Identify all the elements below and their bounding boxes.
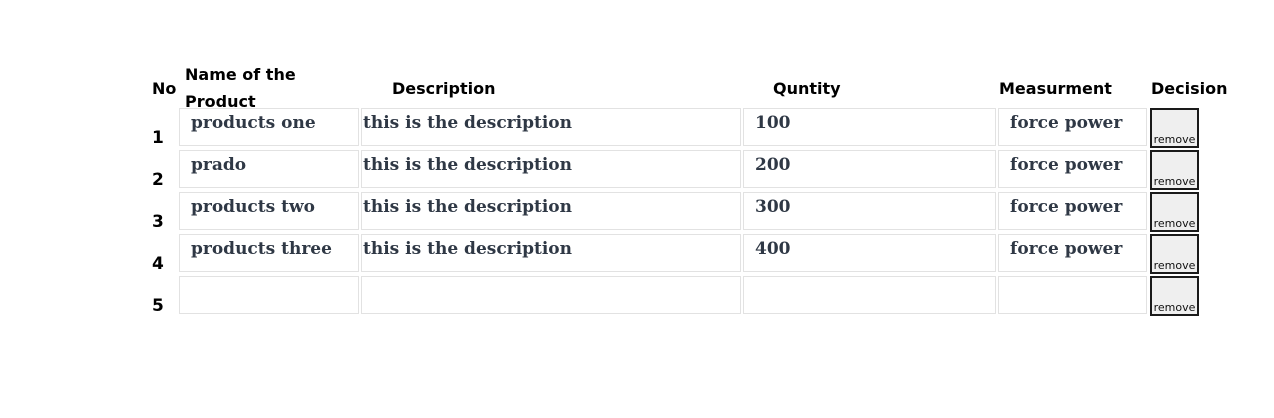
measurement-value: force power <box>1010 113 1123 133</box>
name-value: products two <box>191 197 315 217</box>
row-number: 5 <box>152 296 164 316</box>
description-value: this is the description <box>363 239 572 259</box>
remove-button[interactable]: remove <box>1150 234 1199 274</box>
description-value: this is the description <box>363 155 572 175</box>
header-description: Description <box>392 79 496 98</box>
remove-button[interactable]: remove <box>1150 276 1199 316</box>
row-number: 1 <box>152 128 164 148</box>
measurement-cell[interactable] <box>998 276 1147 314</box>
name-cell[interactable]: products two <box>179 192 359 230</box>
product-table: No Name of the Product Description Qunti… <box>0 0 1274 418</box>
description-cell[interactable]: this is the description <box>361 150 741 188</box>
row-number: 4 <box>152 254 164 274</box>
description-cell[interactable]: this is the description <box>361 192 741 230</box>
measurement-value: force power <box>1010 239 1123 259</box>
row-number: 2 <box>152 170 164 190</box>
description-value: this is the description <box>363 113 572 133</box>
header-quantity: Quntity <box>773 79 841 98</box>
header-measurement: Measurment <box>999 79 1112 98</box>
header-decision: Decision <box>1151 79 1228 98</box>
name-cell[interactable]: prado <box>179 150 359 188</box>
quantity-value: 400 <box>755 239 791 259</box>
name-cell[interactable]: products three <box>179 234 359 272</box>
name-cell[interactable]: products one <box>179 108 359 146</box>
remove-button[interactable]: remove <box>1150 108 1199 148</box>
description-cell[interactable] <box>361 276 741 314</box>
measurement-value: force power <box>1010 155 1123 175</box>
quantity-value: 100 <box>755 113 791 133</box>
description-value: this is the description <box>363 197 572 217</box>
remove-button[interactable]: remove <box>1150 192 1199 232</box>
header-no: No <box>152 79 177 98</box>
name-value: prado <box>191 155 247 175</box>
measurement-cell[interactable]: force power <box>998 234 1147 272</box>
description-cell[interactable]: this is the description <box>361 234 741 272</box>
name-cell[interactable] <box>179 276 359 314</box>
name-value: products three <box>191 239 332 259</box>
quantity-value: 200 <box>755 155 791 175</box>
name-value: products one <box>191 113 316 133</box>
quantity-cell[interactable]: 300 <box>743 192 996 230</box>
quantity-cell[interactable]: 400 <box>743 234 996 272</box>
measurement-value: force power <box>1010 197 1123 217</box>
quantity-cell[interactable]: 100 <box>743 108 996 146</box>
measurement-cell[interactable]: force power <box>998 150 1147 188</box>
measurement-cell[interactable]: force power <box>998 108 1147 146</box>
description-cell[interactable]: this is the description <box>361 108 741 146</box>
quantity-cell[interactable] <box>743 276 996 314</box>
quantity-value: 300 <box>755 197 791 217</box>
quantity-cell[interactable]: 200 <box>743 150 996 188</box>
header-name: Name of the Product <box>185 65 296 111</box>
remove-button[interactable]: remove <box>1150 150 1199 190</box>
row-number: 3 <box>152 212 164 232</box>
measurement-cell[interactable]: force power <box>998 192 1147 230</box>
